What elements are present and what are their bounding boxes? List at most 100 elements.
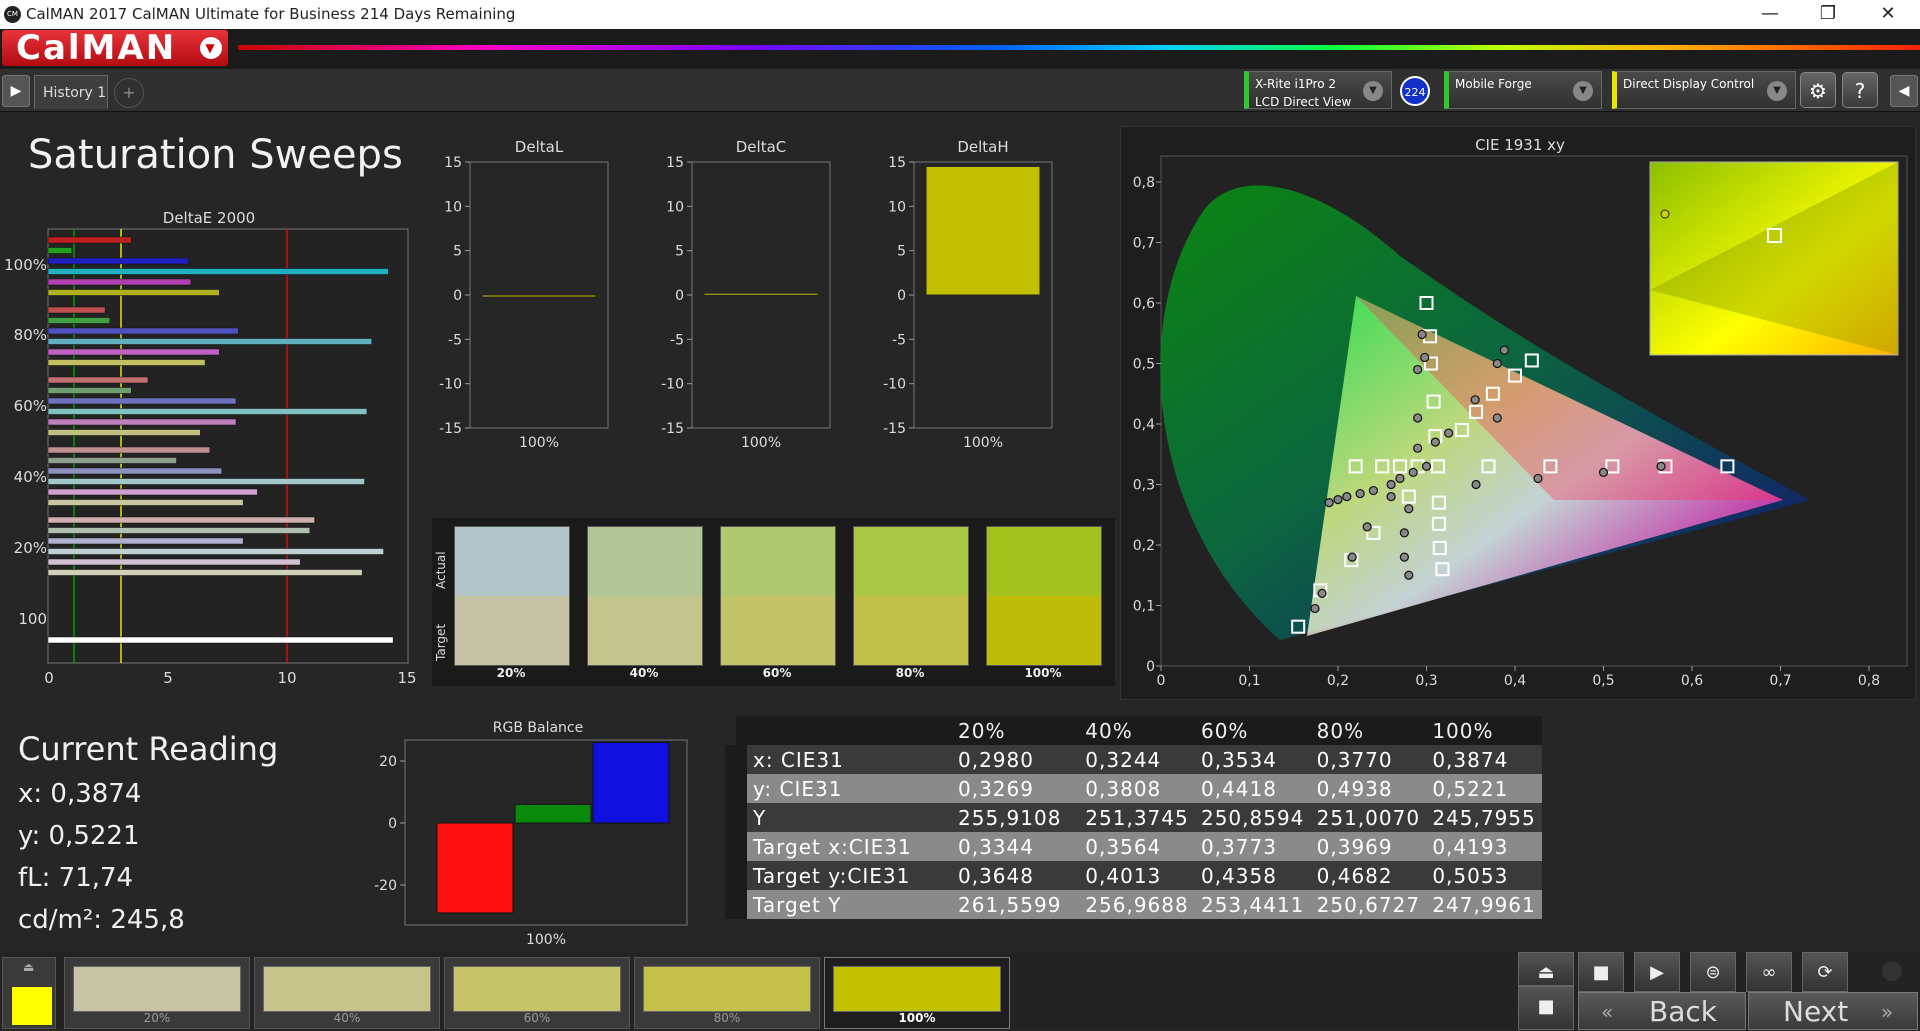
play-icon[interactable]: ▶ <box>1634 952 1680 992</box>
reading-x: x: 0,3874 <box>18 779 142 809</box>
record-icon[interactable]: ● <box>1868 955 1916 989</box>
y-label-20: 20% <box>14 539 47 557</box>
y-tick-label: 15 <box>888 155 906 171</box>
y-tick-label: -5 <box>670 332 684 348</box>
delta-bar <box>481 294 597 298</box>
deltae-chart: DeltaE 2000 100% 80% 60% 40% 20% 100 0 5… <box>4 209 416 685</box>
tab-history-1[interactable]: History 1 <box>34 75 108 109</box>
target-swatch <box>987 596 1101 665</box>
selected-color-button[interactable]: ⏏ <box>2 957 56 1029</box>
actual-swatch <box>987 527 1101 596</box>
table-cell: 0,4358 <box>1194 861 1311 890</box>
target-swatch <box>854 596 968 665</box>
delta-x-label: 100% <box>741 435 781 451</box>
y-tick-label: 0 <box>897 288 906 304</box>
y-label-white: 100 <box>18 610 47 628</box>
cie-actual-marker <box>1420 352 1430 363</box>
reading-y: y: 0,5221 <box>18 821 140 851</box>
bottom-swatch-button[interactable]: 100% <box>824 957 1010 1029</box>
hold-icon[interactable]: ⊜ <box>1690 952 1736 992</box>
table-header-cell: 100% <box>1426 716 1542 745</box>
cie-y-tick-label: 0,3 <box>1133 478 1155 494</box>
back-button[interactable]: « Back <box>1578 992 1746 1030</box>
cie-actual-marker <box>1492 358 1502 369</box>
table-cell: 250,8594 <box>1194 803 1311 832</box>
restore-icon[interactable]: ❐ <box>1808 2 1848 26</box>
stop-icon[interactable]: ■ <box>1578 952 1624 992</box>
close-icon[interactable]: ✕ <box>1868 2 1908 26</box>
calman-logo-menu[interactable]: CalMAN ▼ <box>2 30 228 66</box>
display-selector[interactable]: Direct Display Control ▼ <box>1612 71 1796 109</box>
cie-chart: CIE 1931 xy 0 0,1 0,2 0,3 0,4 0,5 0,6 0,7 0,8 0,8… <box>1133 136 1908 689</box>
eject-up-icon[interactable]: ⏏ <box>1518 952 1574 986</box>
swatch-column <box>986 526 1102 666</box>
current-reading-title: Current Reading <box>18 730 279 768</box>
table-cell: 0,3244 <box>1079 745 1195 774</box>
deltae-bar <box>47 387 132 394</box>
cie-x-tick-label: 0,8 <box>1858 673 1880 689</box>
chevron-down-icon: ▼ <box>1573 81 1593 101</box>
delta-chart-title: DeltaL <box>515 138 564 156</box>
bottom-swatch-color <box>453 966 621 1012</box>
reading-fl: fL: 71,74 <box>18 863 134 893</box>
gear-icon[interactable]: ⚙ <box>1800 72 1836 108</box>
cie-actual-marker <box>1362 522 1372 532</box>
stop-toggle-button[interactable]: ■ <box>1518 986 1574 1030</box>
add-tab-icon[interactable]: + <box>114 78 144 108</box>
help-icon[interactable]: ? <box>1842 72 1878 108</box>
refresh-icon[interactable]: ⟳ <box>1802 952 1848 992</box>
table-cell: 0,3344 <box>952 832 1080 861</box>
swatch-label: 40% <box>629 666 659 680</box>
table-cell: 245,7955 <box>1426 803 1542 832</box>
cie-actual-marker <box>1399 528 1409 538</box>
y-label-100: 100% <box>4 256 47 274</box>
bottom-swatch-label: 80% <box>713 1011 741 1025</box>
source-selector[interactable]: Mobile Forge ▼ <box>1444 71 1602 109</box>
deltae-bar <box>47 516 315 524</box>
app-icon: CM <box>4 6 21 23</box>
y-label-60: 60% <box>14 397 47 415</box>
cie-y-tick-label: 0 <box>1146 659 1155 675</box>
bottom-swatch-button[interactable]: 20% <box>64 957 250 1029</box>
expand-left-icon[interactable]: ▶ <box>2 75 30 107</box>
meter-selector[interactable]: X-Rite i1Pro 2 LCD Direct View ▼ <box>1244 71 1392 109</box>
deltae-bar <box>47 397 237 405</box>
cie-y-tick-label: 0,4 <box>1133 417 1155 433</box>
swatch-row-labels: Actual Target <box>434 530 452 680</box>
loop-icon[interactable]: ∞ <box>1746 952 1792 992</box>
target-swatch <box>588 596 702 665</box>
cie-actual-marker <box>1399 552 1409 562</box>
next-button[interactable]: Next » <box>1748 992 1918 1030</box>
cie-x-tick-label: 0,3 <box>1415 673 1437 689</box>
row-label: Target y:CIE31 <box>725 861 952 890</box>
table-row: Target y:CIE31 0,3648 0,4013 0,4358 0,4682 0,… <box>725 861 1542 890</box>
swatch-column <box>853 526 969 666</box>
y-tick-label: 15 <box>444 155 462 171</box>
x-tick-0: 0 <box>44 669 54 685</box>
cie-actual-marker <box>1413 364 1423 375</box>
delta-chart-title: DeltaH <box>957 138 1008 156</box>
deltae-bar <box>47 236 132 244</box>
red-bar <box>436 822 514 914</box>
row-label: Target x:CIE31 <box>725 832 952 861</box>
cie-actual-marker <box>1368 485 1378 496</box>
deltae-bar <box>47 446 211 454</box>
rgb-title: RGB Balance <box>493 720 583 736</box>
collapse-right-icon[interactable]: ◀ <box>1890 75 1918 107</box>
bottom-swatch-button[interactable]: 80% <box>634 957 820 1029</box>
bottom-swatch-button[interactable]: 40% <box>254 957 440 1029</box>
bottom-swatch-button[interactable]: 60% <box>444 957 630 1029</box>
rgb-x-label: 100% <box>526 932 566 948</box>
back-label: Back <box>1649 995 1717 1028</box>
cie-actual-marker <box>1324 498 1334 508</box>
minimize-icon[interactable]: — <box>1750 2 1790 26</box>
cie-y-tick-label: 0,1 <box>1133 599 1155 615</box>
x-tick-5: 5 <box>163 669 173 685</box>
cie-actual-marker <box>1317 588 1327 598</box>
table-header-cell: 40% <box>1079 716 1195 745</box>
delta-x-label: 100% <box>519 435 559 451</box>
deltae-bar <box>47 348 220 356</box>
green-bar <box>514 803 592 824</box>
meter-badge[interactable]: 224 <box>1400 76 1430 106</box>
table-cell: 0,3564 <box>1079 832 1195 861</box>
